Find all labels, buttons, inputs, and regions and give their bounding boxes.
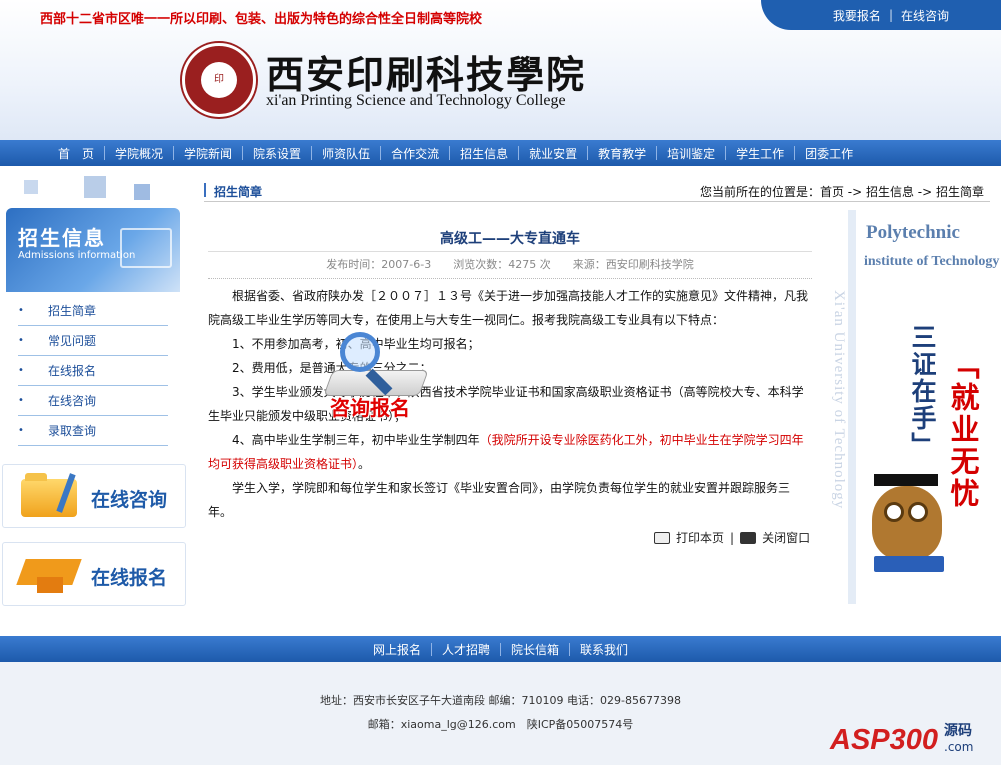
online-consult-button[interactable]: 在线咨询 — [2, 464, 186, 528]
paragraph-end: 。 — [358, 457, 371, 471]
float-label: 咨询报名 — [330, 396, 410, 420]
footer-link-signup[interactable]: 网上报名 — [363, 641, 431, 658]
watermark-cn: 源码 — [944, 723, 972, 739]
top-link-separator: | — [888, 8, 893, 22]
bullet-icon: • — [18, 335, 24, 346]
seal-center: 印 — [201, 62, 237, 98]
article-meta: 发布时间：2007-6-3 浏览次数：4275 次 来源：西安印刷科技学院 — [208, 251, 812, 279]
logo-chinese-name: 西安印刷科技學院 — [266, 52, 587, 97]
section-title: 招生简章 — [214, 185, 263, 199]
site-header: 西部十二省市区唯一一所以印刷、包装、出版为特色的综合性全日制高等院校 我要报名 … — [0, 0, 1001, 140]
sidebar-decoration — [24, 176, 154, 206]
graduation-cap-base — [37, 577, 63, 593]
watermark-logo: ASP300 源码 .com — [826, 710, 996, 764]
right-banner: Polytechnic institute of Technology Xi'a… — [831, 210, 1001, 604]
sidebar-item-admission-query[interactable]: • 录取查询 — [18, 416, 168, 446]
magnifier-icon — [340, 332, 380, 372]
sidebar-item-brochure[interactable]: • 招生简章 — [18, 296, 168, 326]
article-paragraph: 3、学生毕业颁发大专学历证书、陕西省技术学院毕业证书和国家高级职业资格证书（高等… — [208, 385, 804, 423]
sidebar-item-online-consult[interactable]: • 在线咨询 — [18, 386, 168, 416]
sidebar-menu: • 招生简章 • 常见问题 • 在线报名 • 在线咨询 • 录取查询 — [18, 296, 168, 446]
article-paragraph: 根据省委、省政府陕办发［２００７］１３号《关于进一步加强高技能人才工作的实施意见… — [208, 289, 809, 327]
bullet-icon: • — [18, 395, 24, 406]
tools-separator: | — [730, 530, 735, 545]
header-slogan: 西部十二省市区唯一一所以印刷、包装、出版为特色的综合性全日制高等院校 — [40, 12, 483, 27]
consult-signup-float[interactable]: 咨询报名 — [322, 330, 442, 422]
article-body: 根据省委、省政府陕办发［２００７］１３号《关于进一步加强高技能人才工作的实施意见… — [208, 284, 812, 524]
sidebar-item-label: 在线报名 — [48, 364, 97, 378]
article-paragraph: 1、不用参加高考，初、高中毕业生均可报名； — [208, 332, 812, 356]
banner-subtitle: institute of Technology — [864, 254, 1000, 269]
sidebar-item-label: 在线咨询 — [48, 394, 97, 408]
article-paragraph: 2、费用低，是普通大专的三分之二； — [232, 361, 432, 375]
footer-link-jobs[interactable]: 人才招聘 — [432, 641, 500, 658]
breadcrumb: 您当前所在的位置是：首页 -> 招生信息 -> 招生简章 — [699, 185, 984, 199]
footer-link-contact[interactable]: 联系我们 — [570, 641, 638, 658]
owl-mascot-icon — [872, 474, 944, 572]
paragraph-text: 4、高中毕业生学制三年，初中毕业生学制四年 — [232, 433, 480, 447]
consult-link[interactable]: 在线咨询 — [901, 7, 949, 24]
footer-nav: 网上报名 人才招聘 院长信箱 联系我们 — [0, 636, 1001, 662]
footer-address: 地址：西安市长安区子午大道南段 邮编：710109 电话：029-8567739… — [320, 694, 681, 707]
main-nav: 首 页 学院概况 学院新闻 院系设置 师资队伍 合作交流 招生信息 就业安置 教… — [0, 140, 1001, 166]
nav-item-departments[interactable]: 院系设置 — [243, 145, 311, 162]
nav-item-students[interactable]: 学生工作 — [726, 145, 794, 162]
banner-title: Polytechnic — [866, 222, 960, 243]
article-title: 高级工——大专直通车 — [440, 231, 580, 247]
book-icon — [874, 556, 944, 572]
top-links: 我要报名 | 在线咨询 — [761, 0, 1001, 30]
nav-item-about[interactable]: 学院概况 — [105, 145, 173, 162]
bullet-icon: • — [18, 425, 24, 436]
watermark-brand: ASP300 — [830, 724, 939, 756]
article-paragraph: 学生入学，学院即和每位学生和家长签订《毕业安置合同》，由学院负责每位学生的就业安… — [208, 481, 791, 519]
admissions-box-title: 招生信息 — [18, 226, 106, 250]
admissions-info-box: 招生信息 Admissions information — [6, 208, 180, 292]
nav-item-home[interactable]: 首 页 — [48, 145, 104, 162]
footer-link-mailbox[interactable]: 院长信箱 — [501, 641, 569, 658]
banner-slogan-right: 「就业无忧 — [946, 350, 980, 510]
nav-item-cooperation[interactable]: 合作交流 — [381, 145, 449, 162]
nav-item-employment[interactable]: 就业安置 — [519, 145, 587, 162]
nav-item-training[interactable]: 培训鉴定 — [657, 145, 725, 162]
sidebar-item-online-signup[interactable]: • 在线报名 — [18, 356, 168, 386]
signup-link[interactable]: 我要报名 — [833, 7, 881, 24]
left-sidebar: 招生信息 Admissions information • 招生简章 • 常见问题 … — [0, 166, 196, 636]
watermark-domain: .com — [944, 740, 974, 754]
online-signup-label: 在线报名 — [91, 567, 168, 589]
close-window-icon — [740, 531, 757, 544]
monitor-icon — [120, 228, 172, 268]
bullet-icon: • — [18, 305, 24, 316]
admissions-box-subtitle: Admissions information — [18, 250, 136, 261]
nav-item-admissions[interactable]: 招生信息 — [450, 145, 518, 162]
nav-item-teaching[interactable]: 教育教学 — [588, 145, 656, 162]
section-header: 招生简章 您当前所在的位置是：首页 -> 招生信息 -> 招生简章 — [204, 178, 990, 202]
nav-item-youth-league[interactable]: 团委工作 — [795, 145, 863, 162]
owl-eye — [884, 502, 904, 522]
online-consult-label: 在线咨询 — [91, 489, 168, 511]
article-tools: 打印本页 | 关闭窗口 — [654, 529, 810, 546]
college-seal-logo[interactable]: 印 — [182, 43, 256, 117]
sidebar-item-label: 录取查询 — [48, 424, 97, 438]
sidebar-item-label: 招生简章 — [48, 304, 97, 318]
logo-english-name: xi'an Printing Science and Technology Co… — [266, 92, 566, 109]
print-page-link[interactable]: 打印本页 — [676, 529, 724, 546]
owl-eye — [908, 502, 928, 522]
online-signup-button[interactable]: 在线报名 — [2, 542, 186, 606]
close-window-link[interactable]: 关闭窗口 — [762, 529, 810, 546]
article-paragraph: 4、高中毕业生学制三年，初中毕业生学制四年（我院所开设专业除医药化工外，初中毕业… — [208, 428, 812, 476]
mortarboard-icon — [874, 474, 938, 486]
section-marker — [204, 183, 206, 197]
printer-icon — [654, 531, 670, 544]
sidebar-item-faq[interactable]: • 常见问题 — [18, 326, 168, 356]
nav-item-faculty[interactable]: 师资队伍 — [312, 145, 380, 162]
banner-slogan-left: 三证在手」 — [908, 324, 937, 459]
banner-vertical-text: Xi'an University of Technology — [831, 290, 847, 510]
bullet-icon: • — [18, 365, 24, 376]
nav-item-news[interactable]: 学院新闻 — [174, 145, 242, 162]
sidebar-item-label: 常见问题 — [48, 334, 97, 348]
